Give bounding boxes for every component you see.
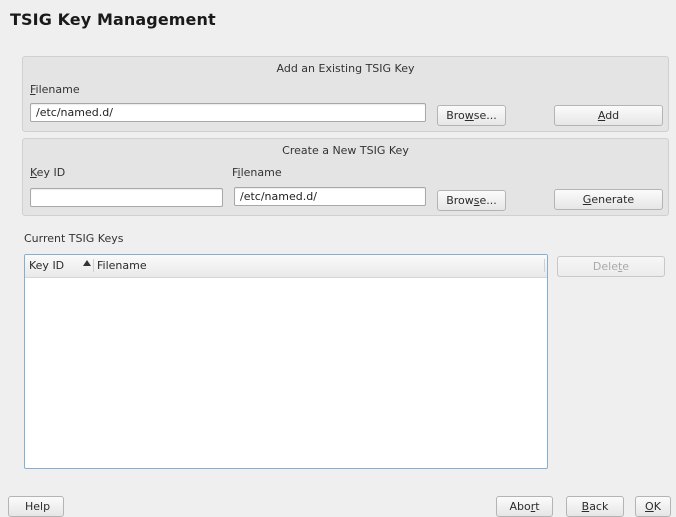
ok-button[interactable]: OK — [635, 496, 671, 517]
tsig-keys-table[interactable]: Key ID Filename — [24, 254, 548, 469]
create-new-key-title: Create a New TSIG Key — [282, 144, 409, 157]
add-existing-key-title: Add an Existing TSIG Key — [276, 62, 415, 75]
current-keys-label: Current TSIG Keys — [24, 232, 124, 245]
new-filename-label: Filename — [232, 166, 282, 179]
existing-filename-input[interactable] — [30, 103, 426, 122]
browse-new-button[interactable]: Browse... — [437, 190, 506, 211]
create-new-key-group: Create a New TSIG Key Key ID Filename Br… — [22, 138, 669, 216]
filename-label: Filename — [30, 83, 80, 96]
column-separator — [93, 259, 94, 272]
help-button[interactable]: Help — [8, 496, 64, 517]
abort-button[interactable]: Abort — [496, 496, 553, 517]
key-id-input[interactable] — [30, 188, 223, 207]
column-key-id[interactable]: Key ID — [29, 259, 64, 272]
back-button[interactable]: Back — [566, 496, 624, 517]
column-separator — [544, 259, 545, 272]
key-id-label: Key ID — [30, 166, 66, 179]
page-title: TSIG Key Management — [10, 10, 216, 29]
new-filename-input[interactable] — [234, 187, 426, 206]
generate-button[interactable]: Generate — [554, 189, 663, 210]
add-button[interactable]: Add — [554, 105, 663, 126]
add-existing-key-group: Add an Existing TSIG Key Filename Browse… — [22, 56, 669, 132]
chevron-up-icon[interactable] — [83, 260, 91, 266]
delete-button[interactable]: Delete — [557, 256, 665, 277]
column-filename[interactable]: Filename — [97, 259, 147, 272]
table-header: Key ID Filename — [25, 255, 547, 278]
browse-existing-button[interactable]: Browse... — [437, 105, 506, 126]
